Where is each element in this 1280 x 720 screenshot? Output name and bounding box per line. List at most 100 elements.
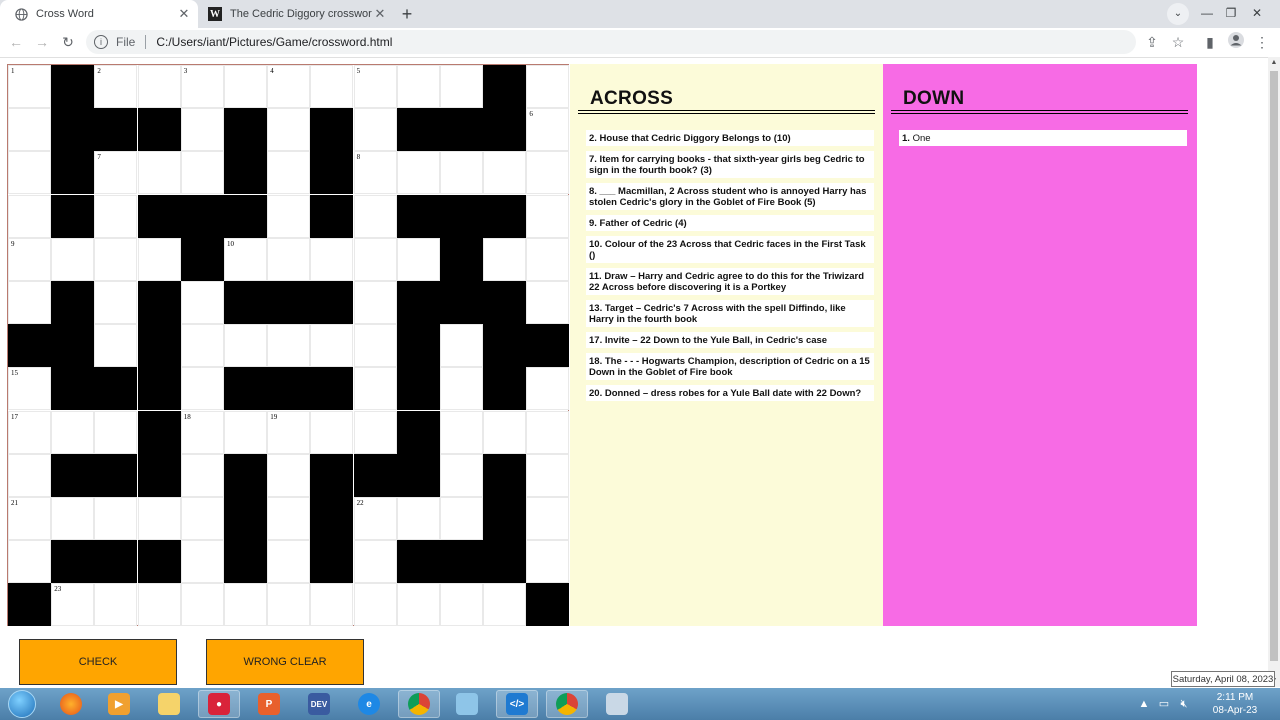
grid-cell[interactable] <box>310 583 354 627</box>
menu-dots-icon[interactable]: ⋮ <box>1252 32 1272 52</box>
grid-cell[interactable] <box>310 237 354 281</box>
grid-cell[interactable] <box>483 151 527 195</box>
network-icon[interactable]: ▭ <box>1155 695 1173 713</box>
grid-cell[interactable] <box>224 324 267 368</box>
grid-cell[interactable]: 22 <box>353 497 397 540</box>
grid-cell[interactable] <box>353 410 397 454</box>
across-clue[interactable]: 20. Donned – dress robes for a Yule Ball… <box>586 385 874 401</box>
across-clue[interactable]: 17. Invite – 22 Down to the Yule Ball, i… <box>586 332 874 348</box>
grid-cell[interactable] <box>526 151 570 195</box>
grid-cell[interactable] <box>267 237 311 281</box>
grid-cell[interactable] <box>396 151 440 195</box>
grid-cell[interactable] <box>94 237 138 281</box>
grid-cell[interactable] <box>353 583 397 627</box>
grid-cell[interactable] <box>396 65 440 108</box>
grid-cell[interactable] <box>353 324 397 368</box>
taskbar-notepad[interactable] <box>446 690 488 718</box>
grid-cell[interactable] <box>224 583 267 627</box>
grid-cell[interactable] <box>526 453 570 497</box>
across-clue[interactable]: 9. Father of Cedric (4) <box>586 215 874 231</box>
across-clue[interactable]: 13. Target – Cedric's 7 Across with the … <box>586 300 874 327</box>
grid-cell[interactable] <box>440 151 483 195</box>
across-clue[interactable]: 2. House that Cedric Diggory Belongs to … <box>586 130 874 146</box>
grid-cell[interactable]: 18 <box>180 410 224 454</box>
info-icon[interactable]: i <box>94 35 108 49</box>
grid-cell[interactable] <box>267 540 311 584</box>
close-tab-icon[interactable]: ✕ <box>176 6 192 22</box>
taskbar-media-player[interactable]: ▶ <box>98 690 140 718</box>
taskbar-clock[interactable]: 2:11 PM 08-Apr-23 <box>1200 691 1270 717</box>
grid-cell[interactable]: 2 <box>94 65 138 108</box>
grid-cell[interactable]: 15 <box>8 367 51 411</box>
grid-cell[interactable] <box>94 583 138 627</box>
across-clue[interactable]: 18. The - - - Hogwarts Champion, descrip… <box>586 353 874 380</box>
grid-cell[interactable] <box>396 237 440 281</box>
grid-cell[interactable] <box>51 410 95 454</box>
grid-cell[interactable] <box>526 194 570 238</box>
grid-cell[interactable]: 3 <box>180 65 224 108</box>
grid-cell[interactable] <box>8 108 51 152</box>
page-scrollbar[interactable]: ▲ ▼ <box>1268 57 1280 687</box>
close-tab-icon[interactable]: ✕ <box>372 6 388 22</box>
grid-cell[interactable] <box>396 497 440 540</box>
grid-cell[interactable] <box>180 324 224 368</box>
grid-cell[interactable] <box>180 367 224 411</box>
grid-cell[interactable] <box>267 324 311 368</box>
profile-avatar-icon[interactable] <box>1226 32 1246 52</box>
down-clue[interactable]: 1. One <box>899 130 1187 146</box>
grid-cell[interactable] <box>440 453 483 497</box>
taskbar-chrome-2[interactable] <box>546 690 588 718</box>
bookmark-star-icon[interactable]: ☆ <box>1168 32 1188 52</box>
restore-icon[interactable]: ❐ <box>1220 0 1242 28</box>
grid-cell[interactable] <box>267 497 311 540</box>
chevron-down-icon[interactable]: ⌄ <box>1167 3 1189 25</box>
grid-cell[interactable] <box>267 151 311 195</box>
grid-cell[interactable] <box>51 497 95 540</box>
grid-cell[interactable] <box>353 281 397 324</box>
grid-cell[interactable] <box>8 540 51 584</box>
taskbar-screen-recorder[interactable]: ● <box>198 690 240 718</box>
grid-cell[interactable] <box>94 281 138 324</box>
reload-icon[interactable]: ↻ <box>58 32 78 52</box>
grid-cell[interactable] <box>353 367 397 411</box>
grid-cell[interactable] <box>526 281 570 324</box>
grid-cell[interactable] <box>267 453 311 497</box>
across-clue[interactable]: 7. Item for carrying books - that sixth-… <box>586 151 874 178</box>
grid-cell[interactable] <box>310 324 354 368</box>
grid-cell[interactable] <box>224 410 267 454</box>
grid-cell[interactable] <box>180 281 224 324</box>
side-panel-icon[interactable]: ▮ <box>1200 32 1220 52</box>
grid-cell[interactable] <box>180 497 224 540</box>
grid-cell[interactable] <box>137 65 181 108</box>
grid-cell[interactable] <box>353 108 397 152</box>
taskbar-vscode[interactable]: </> <box>496 690 538 718</box>
grid-cell[interactable] <box>526 65 570 108</box>
back-arrow-icon[interactable]: ← <box>6 32 26 52</box>
grid-cell[interactable] <box>94 324 138 368</box>
scroll-up-icon[interactable]: ▲ <box>1268 57 1280 69</box>
grid-cell[interactable] <box>224 65 267 108</box>
grid-cell[interactable] <box>526 410 570 454</box>
grid-cell[interactable] <box>526 497 570 540</box>
grid-cell[interactable] <box>267 108 311 152</box>
grid-cell[interactable] <box>180 453 224 497</box>
grid-cell[interactable]: 21 <box>8 497 51 540</box>
grid-cell[interactable]: 10 <box>224 237 267 281</box>
new-tab-button[interactable]: + <box>396 4 418 24</box>
grid-cell[interactable] <box>483 237 527 281</box>
grid-cell[interactable] <box>483 410 527 454</box>
grid-cell[interactable] <box>526 367 570 411</box>
grid-cell[interactable] <box>8 151 51 195</box>
grid-cell[interactable] <box>137 583 181 627</box>
address-bar[interactable]: i File C:/Users/iant/Pictures/Game/cross… <box>86 30 1136 54</box>
taskbar-file-explorer[interactable] <box>148 690 190 718</box>
grid-cell[interactable] <box>440 583 483 627</box>
forward-arrow-icon[interactable]: → <box>32 32 52 52</box>
tab-cross-word[interactable]: Cross Word ✕ <box>0 0 198 28</box>
grid-cell[interactable] <box>180 108 224 152</box>
wrong-clear-button[interactable]: WRONG CLEAR <box>206 639 364 685</box>
grid-cell[interactable] <box>267 194 311 238</box>
check-button[interactable]: CHECK <box>19 639 177 685</box>
grid-cell[interactable] <box>526 237 570 281</box>
across-clue[interactable]: 8. ___ Macmillan, 2 Across student who i… <box>586 183 874 210</box>
